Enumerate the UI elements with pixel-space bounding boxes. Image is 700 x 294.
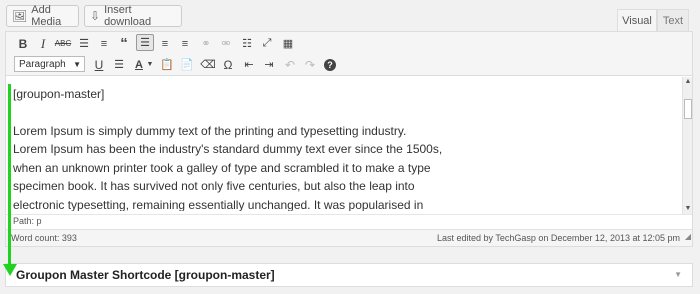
outdent-icon[interactable]: ⇤ — [240, 56, 258, 73]
resize-grip-icon[interactable]: ◢ — [685, 229, 691, 245]
scrollbar-thumb[interactable] — [684, 99, 692, 119]
annotation-arrow-head — [3, 264, 17, 276]
text-color-dropdown-icon[interactable]: ▼ — [146, 56, 154, 73]
numbered-list-icon[interactable]: ≡ — [95, 35, 113, 52]
groupon-metabox-header[interactable]: Groupon Master Shortcode [groupon-master… — [5, 263, 693, 287]
undo-icon[interactable]: ↶ — [281, 56, 299, 73]
collapse-toggle-icon[interactable]: ▼ — [674, 264, 682, 286]
redo-icon[interactable]: ↷ — [301, 56, 319, 73]
align-left-icon[interactable]: ☰ — [136, 34, 154, 51]
content-paragraph: Lorem Ipsum is simply dummy text of the … — [13, 123, 443, 211]
insert-download-button[interactable]: ⇩ Insert download — [84, 4, 182, 28]
align-right-icon[interactable]: ≡ — [176, 35, 194, 52]
tab-text-label: Text — [662, 15, 684, 27]
special-char-icon[interactable]: Ω — [219, 56, 237, 73]
editor-scrollbar[interactable]: ▲ ▼ — [682, 77, 692, 214]
help-icon[interactable]: ? — [321, 56, 339, 73]
link-icon[interactable]: ⚭ — [197, 35, 215, 52]
blockquote-icon[interactable]: “ — [115, 35, 133, 52]
status-bar: Word count: 393 Last edited by TechGasp … — [6, 229, 692, 246]
editor-content[interactable]: [groupon-master] Lorem Ipsum is simply d… — [6, 77, 682, 211]
add-media-button[interactable]: 🖼 Add Media — [6, 4, 79, 28]
shortcode-text: [groupon-master] — [13, 87, 105, 101]
scroll-down-icon[interactable]: ▼ — [683, 204, 693, 214]
tab-visual[interactable]: Visual — [617, 9, 657, 32]
path-bar: Path: p — [6, 214, 692, 228]
media-icon: 🖼 — [12, 9, 28, 23]
insert-download-label: Insert download — [104, 4, 152, 28]
tab-visual-label: Visual — [622, 15, 652, 27]
post-editor-screen: 🖼 Add Media ⇩ Insert download Visual Tex… — [0, 0, 700, 294]
paste-text-icon[interactable]: 📋 — [158, 56, 176, 73]
format-select[interactable]: Paragraph ▼ — [14, 56, 85, 72]
align-center-icon[interactable]: ≡ — [156, 35, 174, 52]
justify-icon[interactable]: ☰ — [110, 56, 128, 73]
annotation-arrow-line — [8, 84, 11, 267]
word-count: Word count: 393 — [11, 233, 77, 243]
last-edited: Last edited by TechGasp on December 12, … — [437, 233, 680, 243]
scroll-up-icon[interactable]: ▲ — [683, 77, 693, 87]
tab-text[interactable]: Text — [657, 9, 689, 32]
chevron-down-icon: ▼ — [73, 60, 81, 69]
paste-word-icon[interactable]: 📄 — [178, 56, 196, 73]
add-media-label: Add Media — [31, 4, 62, 28]
clear-formatting-icon[interactable]: ⌫ — [199, 56, 217, 73]
editor: B I ABC ☰ ≡ “ ☰ ≡ ≡ ⚭ ⚮ ☷ ⤢ ▦ Paragraph … — [5, 31, 693, 247]
italic-icon[interactable]: I — [34, 35, 52, 52]
indent-icon[interactable]: ⇥ — [260, 56, 278, 73]
insert-more-icon[interactable]: ☷ — [238, 35, 256, 52]
format-select-value: Paragraph — [19, 58, 66, 70]
fullscreen-icon[interactable]: ⤢ — [258, 35, 276, 52]
unlink-icon[interactable]: ⚮ — [217, 35, 235, 52]
toolbar-toggle-icon[interactable]: ▦ — [279, 35, 297, 52]
download-icon: ⇩ — [90, 9, 101, 23]
bold-icon[interactable]: B — [14, 35, 32, 52]
strikethrough-icon[interactable]: ABC — [54, 35, 72, 52]
editor-toolbar: B I ABC ☰ ≡ “ ☰ ≡ ≡ ⚭ ⚮ ☷ ⤢ ▦ Paragraph … — [6, 32, 692, 76]
metabox-title: Groupon Master Shortcode [groupon-master… — [16, 268, 275, 282]
underline-icon[interactable]: U — [90, 56, 108, 73]
bullet-list-icon[interactable]: ☰ — [75, 35, 93, 52]
